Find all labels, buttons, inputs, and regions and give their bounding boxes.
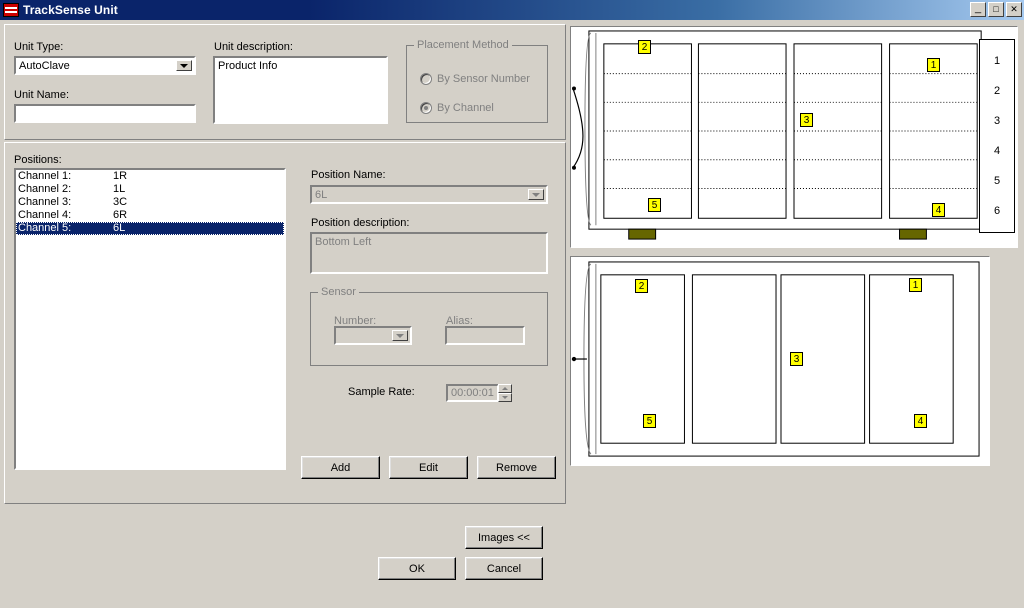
unit-type-value: AutoClave	[19, 59, 70, 72]
position-badge[interactable]: 3	[790, 352, 803, 366]
radio-by-sensor-number[interactable]: By Sensor Number	[420, 73, 530, 85]
unit-name-label: Unit Name:	[14, 89, 70, 101]
list-item[interactable]: Channel 4: 6R	[16, 209, 284, 222]
positions-label: Positions:	[14, 154, 62, 166]
ruler-label: 1	[993, 55, 1001, 67]
unit-diagram-side-view[interactable]: 2 5 3 1 4 1 2 3 4 5 6	[570, 26, 1018, 248]
position-badge[interactable]: 4	[932, 203, 945, 217]
list-item-channel: Channel 4:	[18, 209, 72, 221]
position-description-input[interactable]: Bottom Left	[310, 232, 548, 274]
ruler-label: 6	[993, 205, 1001, 217]
front-view-svg	[571, 261, 980, 457]
list-item-position: 6R	[113, 209, 128, 221]
position-name-combo[interactable]: 6L	[310, 185, 548, 204]
spin-up-icon[interactable]	[497, 384, 512, 393]
unit-diagram-front-view[interactable]: 2 5 3 1 4	[570, 256, 990, 466]
sample-rate-spin-buttons[interactable]	[497, 384, 512, 402]
close-icon: ✕	[1010, 4, 1018, 14]
close-button[interactable]: ✕	[1006, 2, 1022, 17]
sample-rate-stepper[interactable]: 00:00:01	[446, 384, 512, 402]
images-toggle-button[interactable]: Images <<	[465, 526, 543, 549]
radio-dot-icon	[420, 73, 432, 85]
position-badge[interactable]: 5	[643, 414, 656, 428]
ruler-label: 4	[993, 145, 1001, 157]
ok-button[interactable]: OK	[378, 557, 456, 580]
position-badge[interactable]: 2	[635, 279, 648, 293]
list-item-position: 3C	[113, 196, 128, 208]
list-item-position: 1R	[113, 170, 128, 182]
spin-down-icon[interactable]	[497, 393, 512, 402]
position-description-label: Position description:	[311, 217, 410, 229]
side-view-svg	[571, 30, 982, 240]
list-item[interactable]: Channel 1: 1R	[16, 170, 284, 183]
chevron-down-icon[interactable]	[392, 330, 408, 341]
radio-dot-icon	[420, 102, 432, 114]
list-item[interactable]: Channel 2: 1L	[16, 183, 284, 196]
list-item-channel: Channel 1:	[18, 170, 72, 182]
position-badge[interactable]: 3	[800, 113, 813, 127]
ruler-label: 2	[993, 85, 1001, 97]
position-badge[interactable]: 1	[909, 278, 922, 292]
row-ruler: 1 2 3 4 5 6	[979, 39, 1015, 233]
remove-button[interactable]: Remove	[477, 456, 556, 479]
sensor-alias-input[interactable]	[445, 326, 525, 345]
list-item-position: 1L	[113, 183, 126, 195]
add-button[interactable]: Add	[301, 456, 380, 479]
radio-by-channel[interactable]: By Channel	[420, 102, 494, 114]
placement-method-title: Placement Method	[414, 39, 512, 51]
ruler-label: 3	[993, 115, 1001, 127]
unit-type-label: Unit Type:	[14, 41, 64, 53]
window-title: TrackSense Unit	[23, 3, 118, 17]
sensor-number-combo[interactable]	[334, 326, 412, 345]
minimize-button[interactable]: _	[970, 2, 986, 17]
list-item-channel: Channel 5:	[18, 222, 72, 234]
radio-by-sensor-number-label: By Sensor Number	[437, 73, 530, 85]
unit-name-input[interactable]	[14, 104, 196, 123]
title-bar: TrackSense Unit _ □ ✕	[0, 0, 1024, 20]
unit-type-combo[interactable]: AutoClave	[14, 56, 196, 75]
sensor-group-title: Sensor	[318, 286, 359, 298]
radio-by-channel-label: By Channel	[437, 102, 494, 114]
sample-rate-value[interactable]: 00:00:01	[446, 384, 499, 402]
position-name-label: Position Name:	[311, 169, 386, 181]
list-item[interactable]: Channel 3: 3C	[16, 196, 284, 209]
unit-description-input[interactable]: Product Info	[213, 56, 388, 124]
edit-button[interactable]: Edit	[389, 456, 468, 479]
unit-description-label: Unit description:	[214, 41, 293, 53]
positions-listbox[interactable]: Channel 1: 1R Channel 2: 1L Channel 3: 3…	[14, 168, 286, 470]
list-item-channel: Channel 3:	[18, 196, 72, 208]
window-controls: _ □ ✕	[970, 2, 1022, 17]
position-badge[interactable]: 2	[638, 40, 651, 54]
cancel-button[interactable]: Cancel	[465, 557, 543, 580]
tracksense-unit-window: TrackSense Unit _ □ ✕ Unit Type: AutoCla…	[0, 0, 1024, 608]
list-item-selected[interactable]: Channel 5: 6L	[16, 222, 284, 235]
list-item-channel: Channel 2:	[18, 183, 72, 195]
chevron-down-icon[interactable]	[176, 60, 192, 71]
maximize-icon: □	[993, 4, 999, 14]
minimize-icon: _	[974, 2, 982, 14]
sample-rate-label: Sample Rate:	[348, 386, 415, 398]
position-badge[interactable]: 5	[648, 198, 661, 212]
list-item-position: 6L	[113, 222, 126, 234]
app-icon	[3, 3, 19, 17]
position-badge[interactable]: 4	[914, 414, 927, 428]
ruler-label: 5	[993, 175, 1001, 187]
position-name-value: 6L	[315, 188, 328, 201]
chevron-down-icon[interactable]	[528, 189, 544, 200]
maximize-button[interactable]: □	[988, 2, 1004, 17]
position-badge[interactable]: 1	[927, 58, 940, 72]
